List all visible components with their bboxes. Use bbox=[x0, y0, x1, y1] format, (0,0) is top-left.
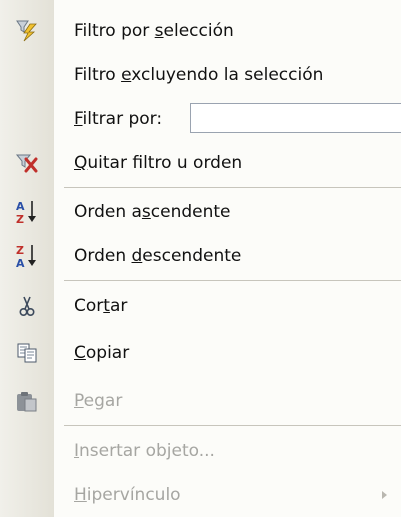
svg-text:Z: Z bbox=[16, 213, 24, 226]
menu-separator bbox=[64, 425, 401, 426]
menu-item-remove-filter-sort[interactable]: Quitar filtro u orden bbox=[0, 141, 401, 185]
menu-item-label: Orden ascendente bbox=[74, 202, 231, 222]
menu-item-filter-for: Filtrar por: bbox=[0, 97, 401, 141]
filter-for-input[interactable] bbox=[190, 103, 401, 133]
remove-filter-icon bbox=[0, 141, 54, 185]
menu-item-sort-descending[interactable]: Z A Orden descendente bbox=[0, 234, 401, 278]
menu-item-label: Orden descendente bbox=[74, 246, 242, 266]
menu-item-sort-ascending[interactable]: A Z Orden ascendente bbox=[0, 190, 401, 234]
menu-item-label: Filtro excluyendo la selección bbox=[74, 65, 324, 85]
menu-item-filter-by-selection[interactable]: Filtro por selección bbox=[0, 9, 401, 53]
menu-item-label: Filtrar por: bbox=[74, 109, 163, 129]
filter-by-selection-icon bbox=[0, 9, 54, 53]
menu-item-label: Cortar bbox=[74, 296, 128, 316]
menu-item-cut[interactable]: Cortar bbox=[0, 284, 401, 328]
copy-icon bbox=[0, 331, 54, 375]
sort-descending-icon: Z A bbox=[0, 234, 54, 278]
menu-item-insert-object[interactable]: Insertar objeto... bbox=[0, 429, 401, 473]
menu-item-copy[interactable]: Copiar bbox=[0, 331, 401, 375]
menu-separator bbox=[64, 280, 401, 281]
menu-item-label: Insertar objeto... bbox=[74, 441, 215, 461]
paste-icon bbox=[0, 379, 54, 423]
context-menu: Filtro por selección Filtro excluyendo l… bbox=[0, 0, 401, 517]
svg-text:Z: Z bbox=[16, 244, 24, 257]
sort-ascending-icon: A Z bbox=[0, 190, 54, 234]
svg-text:A: A bbox=[16, 257, 25, 270]
menu-item-label: Pegar bbox=[74, 391, 123, 411]
menu-item-label: Copiar bbox=[74, 343, 130, 363]
menu-item-hyperlink[interactable]: Hipervínculo bbox=[0, 473, 401, 517]
menu-item-label: Quitar filtro u orden bbox=[74, 153, 243, 173]
menu-item-paste[interactable]: Pegar bbox=[0, 379, 401, 423]
menu-item-label: Hipervínculo bbox=[74, 485, 181, 505]
submenu-arrow-icon bbox=[382, 491, 387, 499]
svg-text:A: A bbox=[16, 200, 25, 213]
menu-item-filter-excluding-selection[interactable]: Filtro excluyendo la selección bbox=[0, 53, 401, 97]
scissors-icon bbox=[0, 284, 54, 328]
menu-separator bbox=[64, 187, 401, 188]
menu-item-label: Filtro por selección bbox=[74, 21, 234, 41]
